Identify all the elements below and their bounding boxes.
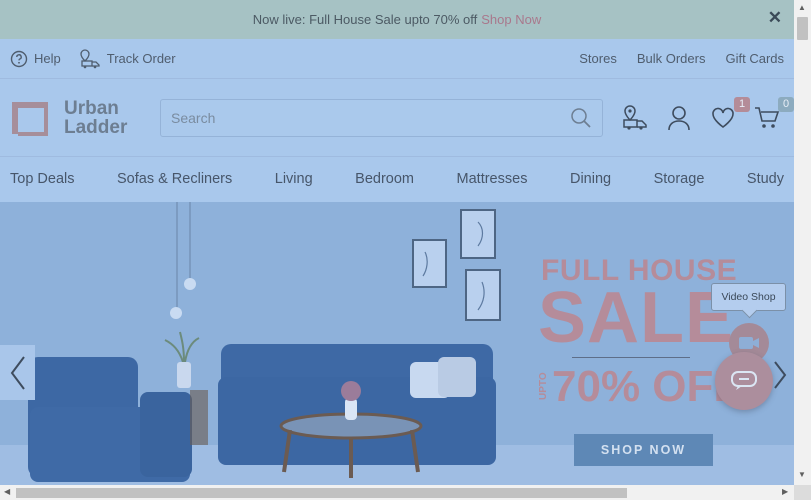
wishlist-button[interactable]: 1 <box>710 96 750 131</box>
stores-link[interactable]: Stores <box>579 51 617 66</box>
scroll-right-icon[interactable]: ▶ <box>782 487 788 496</box>
video-shop-tooltip: Video Shop <box>711 283 786 311</box>
horizontal-scrollbar[interactable]: ◀ ▶ <box>0 485 794 500</box>
help-link[interactable]: Help <box>10 50 61 68</box>
logo-line1: Urban <box>64 97 119 119</box>
account-button[interactable] <box>666 105 692 131</box>
hero-room-illustration <box>28 202 501 482</box>
hero-discount: 70% OFF <box>552 362 741 411</box>
nav-item-top-deals[interactable]: Top Deals <box>10 171 74 187</box>
bulk-orders-link[interactable]: Bulk Orders <box>637 51 706 66</box>
logo-line2: Ladder <box>64 116 128 138</box>
chat-bubble-icon <box>731 371 757 390</box>
logo-mark <box>10 100 58 136</box>
scroll-down-icon[interactable]: ▼ <box>798 470 806 479</box>
hero-headline-2: SALE <box>538 278 735 358</box>
horizontal-scrollbar-thumb[interactable] <box>16 488 627 498</box>
logo-text: Urban Ladder <box>64 99 127 137</box>
hero-upto: UPTO <box>538 372 549 400</box>
announcement-text: Now live: Full House Sale upto 70% off <box>252 12 478 27</box>
wishlist-count-badge: 1 <box>734 96 750 112</box>
truck-location-icon <box>623 104 647 130</box>
scrollbar-corner <box>794 485 811 500</box>
cart-button[interactable]: 0 <box>754 96 794 131</box>
nav-item-storage[interactable]: Storage <box>654 171 705 187</box>
nav-item-bedroom[interactable]: Bedroom <box>355 171 414 187</box>
hero-divider <box>572 357 690 358</box>
track-order-header-button[interactable] <box>622 104 648 131</box>
gift-cards-link[interactable]: Gift Cards <box>725 51 784 66</box>
video-camera-icon <box>739 337 759 349</box>
scroll-left-icon[interactable]: ◀ <box>4 487 10 496</box>
chevron-right-icon <box>774 361 787 389</box>
page: Now live: Full House Sale upto 70% off S… <box>0 0 794 485</box>
utility-bar: Help Track Order Stores Bulk Orders Gift… <box>0 39 794 79</box>
announcement-bar: Now live: Full House Sale upto 70% off S… <box>0 0 794 39</box>
search-input[interactable] <box>171 109 570 126</box>
chat-button[interactable] <box>715 352 773 410</box>
nav-item-living[interactable]: Living <box>275 171 313 187</box>
scroll-up-icon[interactable]: ▲ <box>798 3 806 12</box>
vertical-scrollbar[interactable]: ▲ ▼ <box>794 0 811 485</box>
help-label: Help <box>34 51 61 66</box>
chevron-left-icon <box>10 355 25 390</box>
hero-banner[interactable]: FULL HOUSE SALE UPTO 70% OFF SHOP NOW <box>0 202 794 485</box>
close-icon[interactable]: ✕ <box>768 8 782 28</box>
search-box <box>160 98 603 137</box>
vertical-scrollbar-thumb[interactable] <box>797 17 808 40</box>
search-icon[interactable] <box>570 107 592 129</box>
main-header: Urban Ladder 1 0 <box>0 79 794 157</box>
nav-item-sofas-recliners[interactable]: Sofas & Recliners <box>117 171 232 187</box>
track-order-label: Track Order <box>106 51 176 66</box>
nav-item-study[interactable]: Study <box>747 171 784 187</box>
help-icon <box>10 50 28 67</box>
category-nav: Top Deals Sofas & Recliners Living Bedro… <box>0 157 794 200</box>
hero-shop-now-button[interactable]: SHOP NOW <box>574 434 713 466</box>
announcement-shop-link[interactable]: Shop Now <box>481 12 541 27</box>
truck-location-icon <box>80 48 100 68</box>
logo[interactable]: Urban Ladder <box>10 99 160 137</box>
cart-count-badge: 0 <box>778 96 794 112</box>
heart-icon <box>712 107 734 128</box>
nav-item-mattresses[interactable]: Mattresses <box>457 171 528 187</box>
cart-icon <box>755 106 780 128</box>
user-icon <box>668 105 690 130</box>
carousel-next-button[interactable] <box>770 355 790 395</box>
track-order-link[interactable]: Track Order <box>79 48 176 69</box>
carousel-prev-button[interactable] <box>0 345 35 400</box>
nav-item-dining[interactable]: Dining <box>570 171 611 187</box>
